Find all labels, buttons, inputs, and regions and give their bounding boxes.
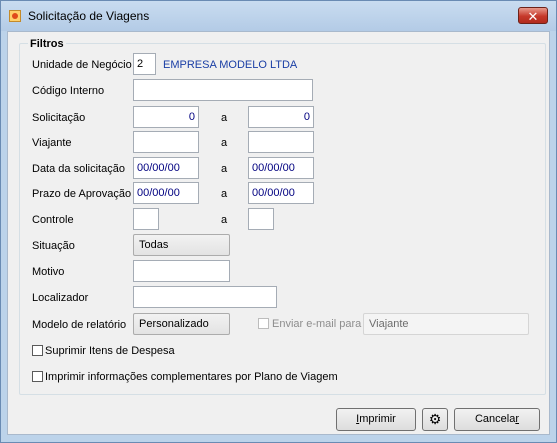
title-bar[interactable]: Solicitação de Viagens ✕: [1, 1, 556, 31]
dialog-body: Filtros Unidade de Negócio 2 EMPRESA MOD…: [7, 31, 550, 435]
traveler-label: Viajante: [32, 137, 72, 149]
request-date-from-input[interactable]: 00/00/00: [133, 157, 199, 179]
suppress-expense-items-checkbox[interactable]: [32, 345, 43, 356]
control-range-separator: a: [221, 214, 228, 226]
traveler-from-input[interactable]: [133, 131, 199, 153]
business-unit-label: Unidade de Negócio: [32, 59, 132, 71]
approval-deadline-range-separator: a: [221, 188, 228, 200]
gear-icon: ⚙: [428, 411, 442, 427]
send-email-recipient-select[interactable]: Viajante: [363, 313, 529, 335]
status-select-value: Todas: [139, 239, 169, 251]
request-date-to-input[interactable]: 00/00/00: [248, 157, 314, 179]
control-label: Controle: [32, 214, 74, 226]
control-to-input[interactable]: [248, 208, 274, 230]
traveler-range-separator: a: [221, 137, 228, 149]
app-icon: [9, 10, 21, 22]
traveler-to-input[interactable]: [248, 131, 314, 153]
request-from-input[interactable]: 0: [133, 106, 199, 128]
approval-deadline-label: Prazo de Aprovação: [32, 188, 132, 200]
print-button[interactable]: Imprimir: [336, 408, 416, 431]
filters-legend: Filtros: [28, 38, 66, 50]
settings-button[interactable]: ⚙: [422, 408, 448, 431]
reason-label: Motivo: [32, 266, 65, 278]
print-button-label: mprimir: [359, 413, 396, 425]
approval-deadline-to-input[interactable]: 00/00/00: [248, 182, 314, 204]
cancel-button-label: Cancela: [474, 413, 516, 425]
request-to-input[interactable]: 0: [248, 106, 314, 128]
status-label: Situação: [32, 240, 75, 252]
report-model-label: Modelo de relatório: [32, 319, 127, 331]
send-email-checkbox[interactable]: [258, 318, 269, 329]
close-button[interactable]: ✕: [518, 7, 548, 24]
dialog-window: Solicitação de Viagens ✕ Filtros Unidade…: [0, 0, 557, 443]
status-select[interactable]: Todas: [133, 234, 230, 256]
send-email-recipient-value: Viajante: [369, 318, 409, 330]
internal-code-label: Código Interno: [32, 85, 105, 97]
request-date-label: Data da solicitação: [32, 163, 125, 175]
business-unit-name: EMPRESA MODELO LTDA: [163, 59, 298, 71]
print-complementary-checkbox[interactable]: [32, 371, 43, 382]
report-model-select[interactable]: Personalizado: [133, 313, 230, 335]
approval-deadline-from-input[interactable]: 00/00/00: [133, 182, 199, 204]
internal-code-input[interactable]: [133, 79, 313, 101]
cancel-button[interactable]: Cancelar: [454, 408, 540, 431]
report-model-select-value: Personalizado: [139, 318, 209, 330]
reason-input[interactable]: [133, 260, 230, 282]
cancel-button-mnemonic: r: [515, 413, 520, 425]
print-complementary-label: Imprimir informações complementares por …: [45, 371, 338, 383]
request-date-range-separator: a: [221, 163, 228, 175]
send-email-label: Enviar e-mail para: [272, 318, 362, 330]
request-label: Solicitação: [32, 112, 86, 124]
control-from-input[interactable]: [133, 208, 159, 230]
request-range-separator: a: [221, 112, 228, 124]
locator-input[interactable]: [133, 286, 277, 308]
suppress-expense-items-label: Suprimir Itens de Despesa: [45, 345, 175, 357]
business-unit-code-input[interactable]: 2: [133, 53, 156, 75]
window-title: Solicitação de Viagens: [28, 9, 150, 23]
locator-label: Localizador: [32, 292, 89, 304]
